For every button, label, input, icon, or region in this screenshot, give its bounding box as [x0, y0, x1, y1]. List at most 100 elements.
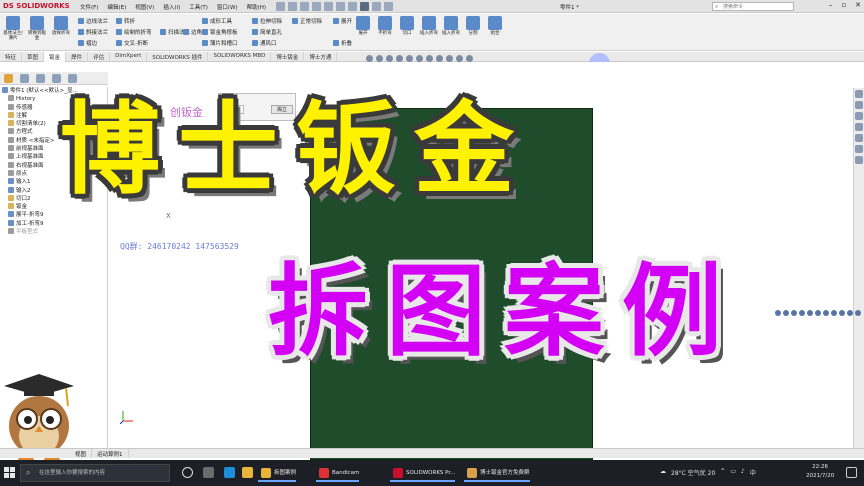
edge-icon[interactable] — [224, 467, 235, 478]
ime-icon[interactable]: 中 — [750, 468, 756, 477]
tree-item[interactable]: 平板型式 — [0, 228, 107, 236]
mini-tool-2-icon[interactable] — [783, 310, 789, 316]
sketched-bend-button[interactable]: 绘制的折弯 — [116, 28, 152, 36]
close-button[interactable]: ✕ — [855, 1, 861, 9]
solidworks-logo[interactable]: DS SOLIDWORKS — [3, 2, 70, 10]
volume-icon[interactable]: ♪ — [741, 468, 745, 477]
menu-insert[interactable]: 插入(I) — [163, 3, 180, 11]
convert-to-sheet-metal-button[interactable]: 转换到钣金 — [26, 16, 48, 41]
cortana-icon[interactable] — [182, 467, 193, 478]
combine-button[interactable]: 组合 — [484, 16, 506, 36]
mini-tool-5-icon[interactable] — [807, 310, 813, 316]
tab-evaluate[interactable]: 评估 — [88, 52, 111, 62]
weather-icon[interactable]: ☁ — [660, 468, 666, 477]
corner-button[interactable]: 边角 — [183, 28, 202, 36]
mini-tool-3-icon[interactable] — [791, 310, 797, 316]
apply-scene-icon[interactable] — [456, 55, 463, 62]
notification-icon[interactable] — [846, 467, 857, 478]
zoom-to-fit-icon[interactable] — [366, 55, 373, 62]
maximize-button[interactable]: ▫ — [841, 1, 846, 9]
fold-button[interactable]: 折叠 — [333, 39, 352, 47]
menu-window[interactable]: 窗口(W) — [217, 3, 238, 11]
hide-show-icon[interactable] — [436, 55, 443, 62]
normal-cut-button[interactable]: 正常切除 — [292, 17, 322, 25]
mini-tool-10-icon[interactable] — [847, 310, 853, 316]
tab-solidworks-addins[interactable]: SOLIDWORKS 插件 — [147, 52, 209, 62]
menu-view[interactable]: 视图(V) — [135, 3, 154, 11]
no-bends-button[interactable]: 不折弯 — [374, 16, 396, 36]
unfold-button[interactable]: 展开 — [333, 17, 352, 25]
display-manager-icon[interactable] — [68, 74, 77, 83]
mini-tool-9-icon[interactable] — [839, 310, 845, 316]
zoom-area-icon[interactable] — [376, 55, 383, 62]
solidworks-resources-icon[interactable] — [855, 90, 863, 98]
new-icon[interactable] — [288, 2, 297, 11]
mini-tool-11-icon[interactable] — [855, 310, 861, 316]
tab-weldments[interactable]: 焊件 — [66, 52, 89, 62]
file-explorer-icon[interactable] — [242, 467, 253, 478]
network-icon[interactable]: ▭ — [730, 468, 736, 477]
mini-tool-7-icon[interactable] — [823, 310, 829, 316]
hem-button[interactable]: 褶边 — [78, 39, 97, 47]
custom-properties-icon[interactable] — [855, 145, 863, 153]
clock[interactable]: 22:26 2021/7/20 — [806, 463, 834, 481]
minimize-button[interactable]: – — [829, 1, 833, 9]
tab-boshi-square-tube[interactable]: 博士方通 — [304, 52, 338, 62]
design-library-icon[interactable] — [855, 101, 863, 109]
vent-button[interactable]: 通风口 — [252, 39, 277, 47]
forming-tool-button[interactable]: 成形工具 — [202, 17, 232, 25]
jog-button[interactable]: 转折 — [116, 17, 135, 25]
tab-model-view[interactable]: 视图 — [70, 449, 93, 458]
dimxpert-manager-icon[interactable] — [52, 74, 61, 83]
miter-flange-button[interactable]: 斜接法兰 — [78, 28, 108, 36]
configuration-manager-icon[interactable] — [36, 74, 45, 83]
taskbar-app-qq-group[interactable]: 博士钣金官方免费群 — [464, 464, 530, 482]
rip-button[interactable]: 切口 — [396, 16, 418, 36]
windows-start-icon[interactable] — [4, 467, 15, 478]
flatten-button[interactable]: 展开 — [352, 16, 374, 36]
save-icon[interactable] — [312, 2, 321, 11]
search-commands-input[interactable]: ⌕ 搜索命令 — [712, 2, 794, 11]
taskbar-app-solidworks[interactable]: SOLIDWORKS Pr... — [390, 464, 456, 482]
select-icon[interactable] — [360, 2, 369, 11]
weather-text[interactable]: 28°C 空气优 20 — [671, 468, 715, 477]
home-icon[interactable] — [276, 2, 285, 11]
view-palette-icon[interactable] — [855, 123, 863, 131]
open-icon[interactable] — [300, 2, 309, 11]
split-button[interactable]: 分割 — [462, 16, 484, 36]
lofted-bend-button[interactable]: 放样折弯 — [50, 16, 72, 36]
extruded-cut-button[interactable]: 拉伸切除 — [252, 17, 282, 25]
tab-sheet-metal[interactable]: 钣金 — [44, 52, 67, 62]
section-view-icon[interactable] — [396, 55, 403, 62]
tab-boshi-sheet-metal[interactable]: 博士钣金 — [271, 52, 305, 62]
insert-bends-2-button[interactable]: 插入折弯 — [440, 16, 462, 36]
print-icon[interactable] — [324, 2, 333, 11]
tab-features[interactable]: 特征 — [0, 52, 23, 62]
tab-and-slot-button[interactable]: 薄片和槽口 — [202, 39, 238, 47]
rebuild-icon[interactable] — [372, 2, 381, 11]
property-manager-icon[interactable] — [20, 74, 29, 83]
task-view-icon[interactable] — [203, 467, 214, 478]
tray-arrow-icon[interactable]: ^ — [720, 468, 725, 477]
options-icon[interactable] — [384, 2, 393, 11]
mini-tool-6-icon[interactable] — [815, 310, 821, 316]
view-settings-icon[interactable] — [466, 55, 473, 62]
menu-file[interactable]: 文件(F) — [80, 3, 98, 11]
cross-break-button[interactable]: 交叉-折断 — [116, 39, 148, 47]
tree-item[interactable]: 加工-折弯9 — [0, 219, 107, 228]
view-orientation-icon[interactable] — [416, 55, 423, 62]
file-explorer-icon[interactable] — [855, 112, 863, 120]
feature-manager-icon[interactable] — [4, 74, 13, 83]
mini-tool-4-icon[interactable] — [799, 310, 805, 316]
display-style-icon[interactable] — [426, 55, 433, 62]
mini-tool-1-icon[interactable] — [775, 310, 781, 316]
forum-icon[interactable] — [855, 156, 863, 164]
tab-solidworks-mbd[interactable]: SOLIDWORKS MBD — [208, 52, 272, 62]
taskbar-app-folder[interactable]: 拆图案例 — [258, 464, 297, 482]
simple-hole-button[interactable]: 简单直孔 — [252, 28, 282, 36]
tab-motion-study[interactable]: 运动算例1 — [92, 449, 129, 458]
appearances-icon[interactable] — [855, 134, 863, 142]
tree-item[interactable]: 展平-折弯9 — [0, 211, 107, 219]
gusset-button[interactable]: 钣金角撑板 — [202, 28, 238, 36]
redo-icon[interactable] — [348, 2, 357, 11]
